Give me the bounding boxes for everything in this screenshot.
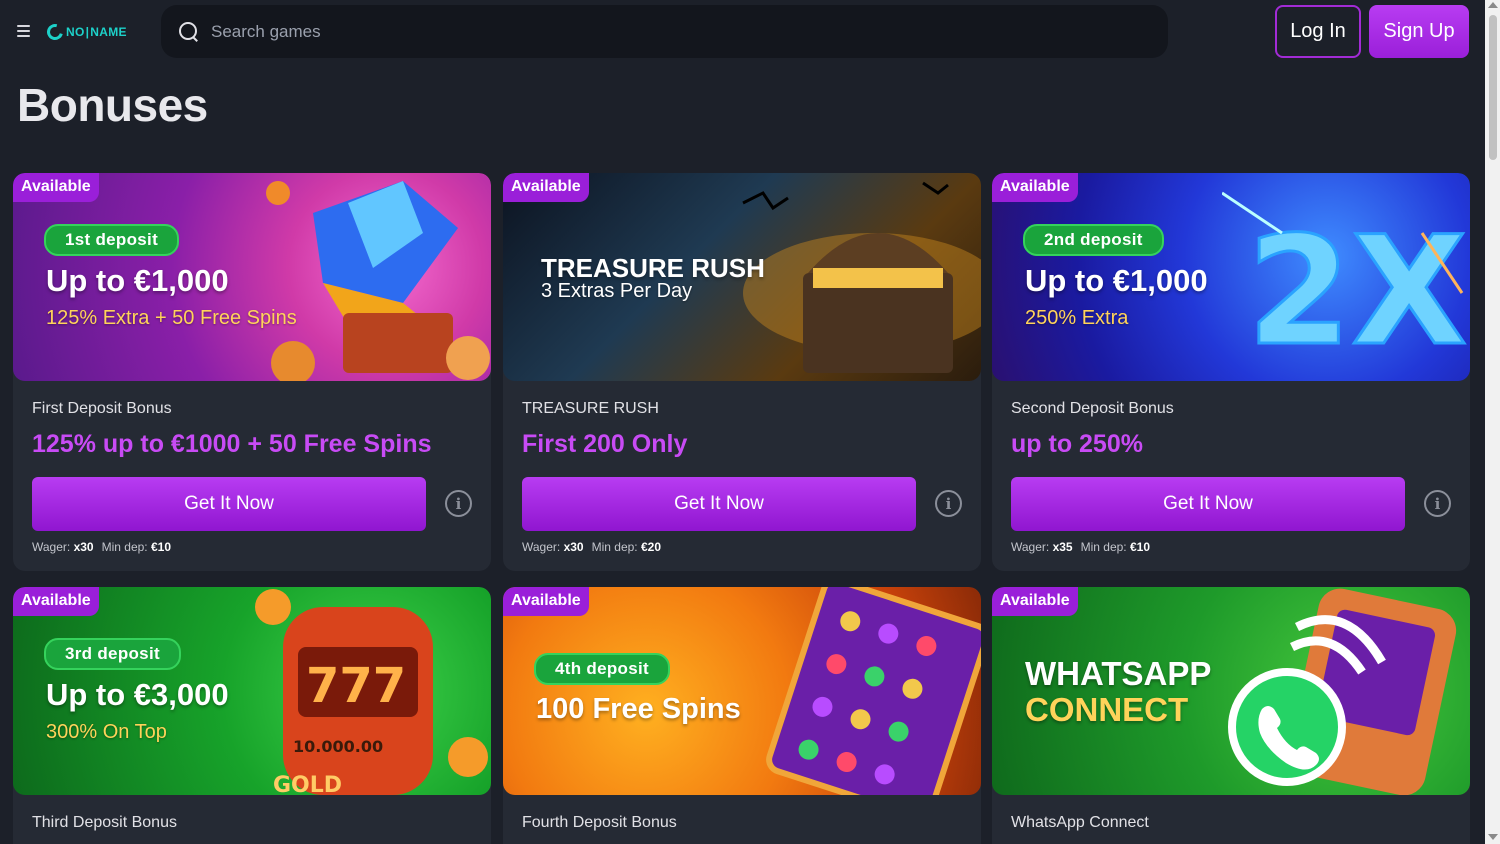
bonus-terms: Wager: x30 Min dep: €10 (32, 540, 171, 554)
logo-text-no: NO (66, 25, 85, 39)
search-bar[interactable] (161, 5, 1168, 58)
bonus-banner-image[interactable]: Available 4th deposit 100 Free Spins (503, 587, 981, 795)
wager-label: Wager: (32, 540, 71, 554)
slot-gold-text: GOLD (273, 773, 342, 795)
wager-value: x30 (563, 540, 584, 554)
2x-multiplier-icon: 2X (1222, 191, 1469, 381)
bonus-banner-image[interactable]: Available 777 10.000.00 GOLD 3rd deposit… (13, 587, 491, 795)
scroll-up-arrow-icon[interactable] (1488, 2, 1498, 8)
available-badge: Available (503, 173, 589, 202)
get-it-now-button[interactable]: Get It Now (1011, 477, 1405, 531)
available-badge: Available (992, 587, 1078, 616)
wager-value: x35 (1052, 540, 1073, 554)
bonus-banner-image[interactable]: Available 1st deposit Up to €1,000 125% … (13, 173, 491, 381)
gem-grid-icon (766, 587, 981, 795)
bonus-name: TREASURE RUSH (522, 400, 659, 417)
scroll-down-arrow-icon[interactable] (1488, 834, 1498, 840)
available-badge: Available (503, 587, 589, 616)
available-badge: Available (992, 173, 1078, 202)
bonus-card-second-deposit: Available 2X 2nd deposit Up to €1,000 25… (992, 173, 1470, 571)
bonus-card-whatsapp-connect: Available WHATSAPP CONNECT WhatsApp Conn… (992, 587, 1470, 844)
deposit-pill: 4th deposit (534, 653, 670, 685)
banner-headline-line2: CONNECT (1025, 691, 1189, 728)
diamond-treasure-icon (266, 181, 490, 381)
hamburger-menu-icon[interactable] (14, 22, 34, 42)
slot-amount-text: 10.000.00 (293, 737, 383, 756)
info-icon[interactable]: i (1424, 490, 1451, 517)
bonus-banner-image[interactable]: Available TREASURE RUSH 3 Extras Per Day (503, 173, 981, 381)
search-icon (179, 21, 199, 42)
min-dep-label: Min dep: (101, 540, 148, 554)
banner-subline: 125% Extra + 50 Free Spins (46, 307, 297, 329)
page-title: Bonuses (17, 79, 208, 131)
min-dep-label: Min dep: (1080, 540, 1127, 554)
bonus-offer: First 200 Only (522, 430, 688, 458)
available-badge: Available (13, 173, 99, 202)
bonus-card-first-deposit: Available 1st deposit Up to €1,000 125% … (13, 173, 491, 571)
banner-headline: 100 Free Spins (536, 693, 741, 725)
whatsapp-phone-icon (1228, 588, 1457, 795)
scrollbar-thumb[interactable] (1489, 15, 1497, 160)
get-it-now-button[interactable]: Get It Now (32, 477, 426, 531)
banner-headline: Up to €1,000 (46, 263, 229, 298)
min-dep-value: €10 (150, 540, 172, 554)
slot-machine-icon: 777 10.000.00 GOLD (255, 589, 488, 795)
bonus-banner-image[interactable]: Available 2X 2nd deposit Up to €1,000 25… (992, 173, 1470, 381)
bonus-terms: Wager: x35 Min dep: €10 (1011, 540, 1150, 554)
get-it-now-button[interactable]: Get It Now (522, 477, 916, 531)
bonus-name: Second Deposit Bonus (1011, 400, 1174, 417)
site-logo[interactable]: NO|NAME (44, 21, 127, 43)
bonus-card-fourth-deposit: Available 4th deposit 100 Free Spins Fou… (503, 587, 981, 844)
bonus-offer: up to 250% (1011, 430, 1143, 458)
wager-value: x30 (73, 540, 94, 554)
min-dep-label: Min dep: (591, 540, 638, 554)
deposit-pill: 2nd deposit (1023, 224, 1164, 256)
logo-text-name: NAME (90, 25, 127, 39)
wager-label: Wager: (1011, 540, 1050, 554)
banner-headline: Up to €3,000 (46, 677, 229, 712)
deposit-pill: 1st deposit (44, 224, 180, 256)
bonus-name: Fourth Deposit Bonus (522, 814, 677, 831)
bonus-terms: Wager: x30 Min dep: €20 (522, 540, 661, 554)
min-dep-value: €20 (640, 540, 662, 554)
bonus-name: First Deposit Bonus (32, 400, 172, 417)
logo-mark-icon (44, 21, 66, 43)
bonus-card-third-deposit: Available 777 10.000.00 GOLD 3rd deposit… (13, 587, 491, 844)
min-dep-value: €10 (1129, 540, 1151, 554)
slot-reels-text: 777 (306, 658, 406, 714)
deposit-pill: 3rd deposit (44, 638, 181, 670)
banner-subline: 3 Extras Per Day (541, 280, 693, 302)
bonus-name: WhatsApp Connect (1011, 814, 1149, 831)
banner-subline: 300% On Top (46, 721, 167, 743)
signup-button[interactable]: Sign Up (1369, 5, 1469, 58)
banner-headline: Up to €1,000 (1025, 263, 1208, 298)
wager-label: Wager: (522, 540, 561, 554)
banner-headline-line1: WHATSAPP (1025, 655, 1212, 692)
bonus-offer: 125% up to €1000 + 50 Free Spins (32, 430, 432, 458)
info-icon[interactable]: i (935, 490, 962, 517)
search-input[interactable] (211, 21, 1111, 42)
bonus-card-treasure-rush: Available TREASURE RUSH 3 Extras Per Day… (503, 173, 981, 571)
info-icon[interactable]: i (445, 490, 472, 517)
login-button[interactable]: Log In (1275, 5, 1361, 58)
banner-subline: 250% Extra (1025, 307, 1129, 329)
bonus-name: Third Deposit Bonus (32, 814, 177, 831)
bonus-banner-image[interactable]: Available WHATSAPP CONNECT (992, 587, 1470, 795)
available-badge: Available (13, 587, 99, 616)
